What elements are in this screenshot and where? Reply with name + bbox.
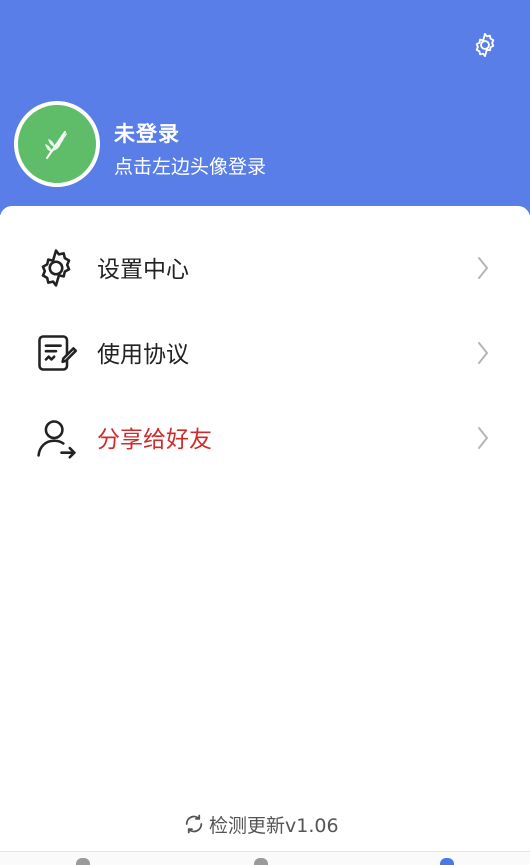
profile-header: 未登录 点击左边头像登录	[0, 0, 530, 215]
chevron-right-icon	[478, 427, 488, 449]
gear-icon	[41, 249, 71, 287]
tab-middle[interactable]	[254, 858, 268, 865]
settings-button[interactable]	[468, 28, 502, 62]
check-update-button[interactable]: 检测更新v1.06	[183, 808, 339, 840]
wheat-icon	[45, 131, 67, 159]
menu-item-agreement[interactable]: 使用协议	[0, 311, 530, 391]
login-hint: 点击左边头像登录	[114, 156, 267, 178]
refresh-icon	[185, 814, 203, 834]
menu-item-share[interactable]: 分享给好友	[0, 396, 530, 476]
user-share-icon	[37, 420, 76, 459]
menu-item-settings[interactable]: 设置中心	[0, 226, 530, 306]
check-update-label: 检测更新v1.06	[209, 814, 339, 837]
gear-icon	[475, 32, 495, 58]
menu-panel: 设置中心 使用协议 分享给好友	[0, 206, 530, 851]
menu-item-label: 使用协议	[97, 342, 189, 368]
chevron-right-icon	[478, 342, 488, 364]
login-status-title: 未登录	[114, 122, 180, 146]
tab-mine[interactable]	[440, 858, 454, 865]
menu-item-label: 分享给好友	[97, 427, 212, 453]
menu-item-label: 设置中心	[97, 257, 189, 283]
document-edit-icon	[38, 335, 78, 371]
bottom-tab-bar	[0, 851, 530, 865]
tab-home[interactable]	[76, 858, 90, 865]
avatar[interactable]	[14, 101, 100, 187]
chevron-right-icon	[478, 257, 488, 279]
